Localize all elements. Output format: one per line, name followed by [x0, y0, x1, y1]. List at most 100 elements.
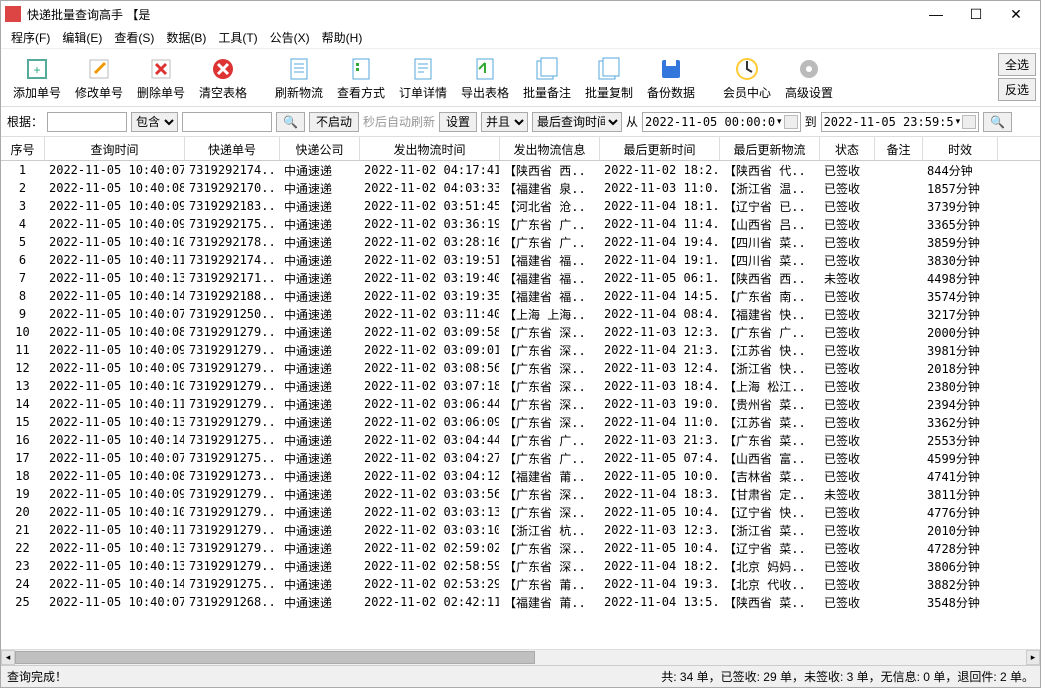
table-row[interactable]: 42022-11-05 10:40:097319292175..中通速递2022…: [1, 215, 1040, 233]
table-row[interactable]: 192022-11-05 10:40:097319291279..中通速递202…: [1, 485, 1040, 503]
calendar-icon[interactable]: [962, 115, 976, 129]
settings-button[interactable]: 设置: [439, 112, 477, 132]
table-row[interactable]: 142022-11-05 10:40:117319291279..中通速递202…: [1, 395, 1040, 413]
table-row[interactable]: 212022-11-05 10:40:117319291279..中通速递202…: [1, 521, 1040, 539]
toolbar-clear[interactable]: 清空表格: [193, 53, 253, 103]
toolbar-batchnote[interactable]: 批量备注: [517, 53, 577, 103]
table-row[interactable]: 132022-11-05 10:40:107319291279..中通速递202…: [1, 377, 1040, 395]
table-row[interactable]: 172022-11-05 10:40:077319291275..中通速递202…: [1, 449, 1040, 467]
date-to-text[interactable]: [824, 115, 954, 129]
toolbar-viewmode[interactable]: 查看方式: [331, 53, 391, 103]
table-row[interactable]: 82022-11-05 10:40:147319292188..中通速递2022…: [1, 287, 1040, 305]
scroll-thumb[interactable]: [15, 651, 535, 664]
toolbar-add[interactable]: +添加单号: [7, 53, 67, 103]
column-header[interactable]: 最后更新时间: [600, 137, 720, 160]
table-row[interactable]: 12022-11-05 10:40:077319292174..中通速递2022…: [1, 161, 1040, 179]
close-button[interactable]: ✕: [996, 1, 1036, 27]
column-header[interactable]: 发出物流时间: [360, 137, 500, 160]
invert-select-button[interactable]: 反选: [998, 78, 1036, 101]
toolbar-detail[interactable]: 订单详情: [393, 53, 453, 103]
date-from-input[interactable]: ▾: [642, 112, 801, 132]
table-row[interactable]: 242022-11-05 10:40:147319291275..中通速递202…: [1, 575, 1040, 593]
toolbar-refresh[interactable]: 刷新物流: [269, 53, 329, 103]
cell: [875, 475, 923, 477]
column-header[interactable]: 最后更新物流: [720, 137, 820, 160]
toolbar-export[interactable]: 导出表格: [455, 53, 515, 103]
calendar-icon[interactable]: [784, 115, 798, 129]
cell: 中通速递: [280, 503, 360, 522]
table-row[interactable]: 92022-11-05 10:40:077319291250..中通速递2022…: [1, 305, 1040, 323]
timefield-select[interactable]: 最后查询时间: [532, 112, 622, 132]
apply-date-button[interactable]: 🔍: [983, 112, 1012, 132]
table-row[interactable]: 122022-11-05 10:40:097319291279..中通速递202…: [1, 359, 1040, 377]
cell: 【四川省 菜..: [720, 233, 820, 252]
cell: 未签收: [820, 269, 875, 288]
menu-2[interactable]: 查看(S): [108, 27, 160, 48]
table-row[interactable]: 202022-11-05 10:40:107319291279..中通速递202…: [1, 503, 1040, 521]
date-to-input[interactable]: ▾: [821, 112, 980, 132]
table-row[interactable]: 52022-11-05 10:40:107319292178..中通速递2022…: [1, 233, 1040, 251]
table-row[interactable]: 22022-11-05 10:40:087319292170..中通速递2022…: [1, 179, 1040, 197]
table-row[interactable]: 162022-11-05 10:40:147319291275..中通速递202…: [1, 431, 1040, 449]
field-input[interactable]: [47, 112, 127, 132]
cell: 2022-11-02 03:36:19: [360, 216, 500, 232]
table-row[interactable]: 152022-11-05 10:40:137319291279..中通速递202…: [1, 413, 1040, 431]
toolbar-delete[interactable]: 删除单号: [131, 53, 191, 103]
column-header[interactable]: 备注: [875, 137, 923, 160]
export-icon: [471, 55, 499, 83]
menu-0[interactable]: 程序(F): [5, 27, 56, 48]
table-row[interactable]: 72022-11-05 10:40:137319292171..中通速递2022…: [1, 269, 1040, 287]
select-all-button[interactable]: 全选: [998, 53, 1036, 76]
search-button[interactable]: 🔍: [276, 112, 305, 132]
cell: 已签收: [820, 557, 875, 576]
table-row[interactable]: 252022-11-05 10:40:077319291268..中通速递202…: [1, 593, 1040, 611]
table-row[interactable]: 222022-11-05 10:40:137319291279..中通速递202…: [1, 539, 1040, 557]
column-header[interactable]: 查询时间: [45, 137, 185, 160]
table-row[interactable]: 102022-11-05 10:40:087319291279..中通速递202…: [1, 323, 1040, 341]
toolbar-advanced[interactable]: 高级设置: [779, 53, 839, 103]
cell: 2022-11-05 10:40:11: [45, 252, 185, 268]
detail-icon: [409, 55, 437, 83]
cell: 20: [1, 504, 45, 520]
toolbar-label: 批量备注: [523, 84, 571, 101]
maximize-button[interactable]: ☐: [956, 1, 996, 27]
toolbar-edit[interactable]: 修改单号: [69, 53, 129, 103]
table-row[interactable]: 232022-11-05 10:40:137319291279..中通速递202…: [1, 557, 1040, 575]
cell: 2022-11-05 10:40:08: [45, 180, 185, 196]
toolbar-member[interactable]: 会员中心: [717, 53, 777, 103]
menu-6[interactable]: 帮助(H): [316, 27, 369, 48]
cell: 2022-11-05 10:40:10: [45, 504, 185, 520]
match-select[interactable]: 包含: [131, 112, 178, 132]
table-row[interactable]: 32022-11-05 10:40:097319292183..中通速递2022…: [1, 197, 1040, 215]
menu-1[interactable]: 编辑(E): [56, 27, 108, 48]
scroll-right-icon[interactable]: ▸: [1026, 650, 1040, 665]
menu-4[interactable]: 工具(T): [212, 27, 263, 48]
table-row[interactable]: 182022-11-05 10:40:087319291273..中通速递202…: [1, 467, 1040, 485]
horizontal-scrollbar[interactable]: ◂ ▸: [1, 649, 1040, 665]
cell: 【福建省 快..: [720, 305, 820, 324]
column-header[interactable]: 状态: [820, 137, 875, 160]
minimize-button[interactable]: —: [916, 1, 956, 27]
grid-body[interactable]: 12022-11-05 10:40:077319292174..中通速递2022…: [1, 161, 1040, 649]
cell: 已签收: [820, 467, 875, 486]
column-header[interactable]: 时效: [923, 137, 998, 160]
scroll-left-icon[interactable]: ◂: [1, 650, 15, 665]
no-start-button[interactable]: 不启动: [309, 112, 359, 132]
chevron-down-icon[interactable]: ▾: [956, 116, 961, 127]
column-header[interactable]: 序号: [1, 137, 45, 160]
table-row[interactable]: 112022-11-05 10:40:097319291279..中通速递202…: [1, 341, 1040, 359]
table-row[interactable]: 62022-11-05 10:40:117319292174..中通速递2022…: [1, 251, 1040, 269]
cell: 【浙江省 杭..: [500, 521, 600, 540]
toolbar-backup[interactable]: 备份数据: [641, 53, 701, 103]
value-input[interactable]: [182, 112, 272, 132]
cell: 2022-11-05 10:4..: [600, 504, 720, 520]
chevron-down-icon[interactable]: ▾: [777, 116, 782, 127]
toolbar-batchcopy[interactable]: 批量复制: [579, 53, 639, 103]
column-header[interactable]: 快递单号: [185, 137, 280, 160]
menu-3[interactable]: 数据(B): [160, 27, 212, 48]
and-select[interactable]: 并且: [481, 112, 528, 132]
menu-5[interactable]: 公告(X): [264, 27, 316, 48]
column-header[interactable]: 发出物流信息: [500, 137, 600, 160]
date-from-text[interactable]: [645, 115, 775, 129]
column-header[interactable]: 快递公司: [280, 137, 360, 160]
